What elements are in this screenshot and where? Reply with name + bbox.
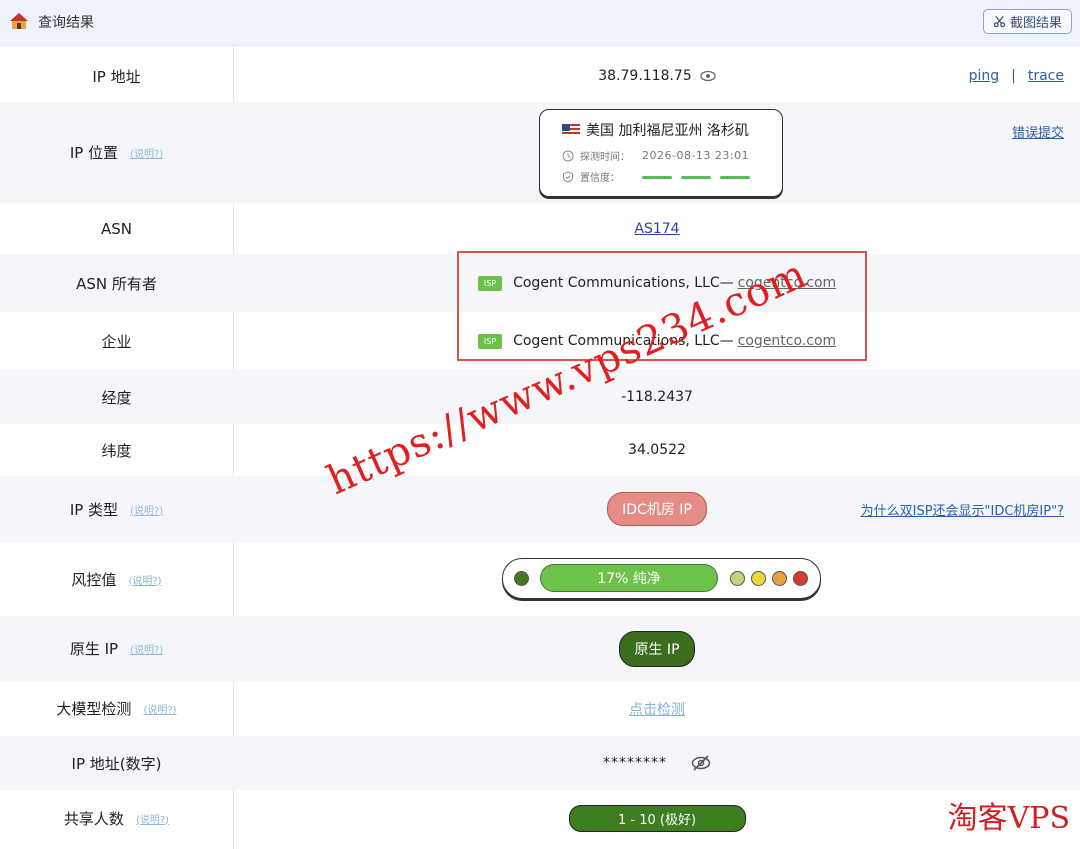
row-label: 企业 <box>0 312 233 370</box>
help-link[interactable]: (说明?) <box>130 145 163 160</box>
page-title: 查询结果 <box>38 15 94 31</box>
shared-label: 共享人数 <box>63 809 124 828</box>
house-icon <box>10 13 28 29</box>
ping-link[interactable]: ping <box>969 68 1000 84</box>
row-label: IP 类型 (说明?) <box>0 476 233 542</box>
ip-numeric-value: ******** <box>603 755 667 771</box>
latitude-value: 34.0522 <box>628 442 686 458</box>
row-value: ******** <box>234 736 1080 790</box>
eye-off-icon[interactable] <box>691 754 711 772</box>
row-value: 38.79.118.75 <box>234 50 1080 102</box>
ip-value: 38.79.118.75 <box>598 68 692 84</box>
native-label: 原生 IP <box>69 640 119 658</box>
native-ip-badge: 原生 IP <box>619 630 695 667</box>
row-native-ip: 原生 IP (说明?) 原生 IP <box>0 616 1080 681</box>
location-text: 美国 加利福尼亚州 洛杉矶 <box>586 123 749 139</box>
row-ip-location: IP 位置 (说明?) 美国 加利福尼亚州 洛杉矶 探测时间： 2026-08-… <box>0 102 1080 203</box>
detect-link[interactable]: 点击检测 <box>629 699 685 719</box>
clock-icon <box>562 150 574 161</box>
link-separator: | <box>1011 68 1016 84</box>
row-label: 共享人数 (说明?) <box>0 790 233 846</box>
longitude-label: 经度 <box>101 388 132 407</box>
ip-tool-links: ping | trace <box>969 50 1064 102</box>
confidence-bar <box>642 176 672 179</box>
asn-link[interactable]: AS174 <box>634 221 679 237</box>
help-link[interactable]: (说明?) <box>143 701 176 716</box>
shared-users-badge: 1 - 10 (极好) <box>568 804 746 832</box>
row-label: ASN 所有者 <box>0 254 233 312</box>
longitude-value: -118.2437 <box>621 389 693 405</box>
location-card: 美国 加利福尼亚州 洛杉矶 探测时间： 2026-08-13 23:01 置信度… <box>539 109 783 197</box>
row-latitude: 纬度 34.0522 <box>0 424 1080 476</box>
location-place: 美国 加利福尼亚州 洛杉矶 <box>562 120 782 140</box>
screenshot-button[interactable]: 截图结果 <box>983 9 1072 34</box>
row-label: ASN <box>0 203 233 254</box>
risk-score-text: 17% 纯净 <box>597 571 661 587</box>
probe-time: 探测时间： 2026-08-13 23:01 <box>562 148 782 163</box>
ip-type-label: IP 类型 <box>69 500 119 519</box>
risk-label: 风控值 <box>71 570 117 589</box>
row-llm-detection: 大模型检测 (说明?) 点击检测 <box>0 681 1080 736</box>
scissors-icon <box>993 16 1006 28</box>
confidence: 置信度： <box>562 169 782 184</box>
help-link[interactable]: (说明?) <box>130 641 163 656</box>
brand-watermark: 淘客VPS <box>947 801 1070 836</box>
probe-time-value: 2026-08-13 23:01 <box>642 149 750 162</box>
ip-type-badge: IDC机房 IP <box>607 492 707 526</box>
shield-icon <box>563 170 573 183</box>
row-shared-users: 共享人数 (说明?) 1 - 10 (极好) <box>0 790 1080 846</box>
row-label: 经度 <box>0 370 233 424</box>
row-ip-type: IP 类型 (说明?) IDC机房 IP 为什么双ISP还会显示"IDC机房IP… <box>0 476 1080 542</box>
risk-dot-green <box>514 571 529 586</box>
row-ip-address: IP 地址 38.79.118.75 ping | trace <box>0 50 1080 102</box>
risk-dot-yellow <box>751 571 766 586</box>
error-report-link[interactable]: 错误提交 <box>1012 122 1064 141</box>
company-label: 企业 <box>101 332 132 351</box>
row-value: -118.2437 <box>234 370 1080 424</box>
risk-meter: 17% 纯净 <box>502 558 821 599</box>
help-link[interactable]: (说明?) <box>128 572 161 587</box>
row-value: 原生 IP <box>234 616 1080 681</box>
location-label: IP 位置 <box>69 144 119 162</box>
row-label: 大模型检测 (说明?) <box>0 681 233 736</box>
row-label: 原生 IP (说明?) <box>0 616 233 681</box>
llm-label: 大模型检测 <box>56 700 132 718</box>
row-label: IP 地址(数字) <box>0 736 233 790</box>
row-label: IP 位置 (说明?) <box>0 102 233 203</box>
confidence-label: 置信度： <box>580 173 620 184</box>
confidence-bar <box>720 176 751 179</box>
row-label: 风控值 (说明?) <box>0 542 233 616</box>
ip-numeric-label: IP 地址(数字) <box>71 754 162 773</box>
row-ip-numeric: IP 地址(数字) ******** <box>0 736 1080 790</box>
risk-dot-orange <box>772 571 787 586</box>
eye-icon[interactable] <box>700 70 716 82</box>
risk-score-pill: 17% 纯净 <box>540 564 718 592</box>
asn-label: ASN <box>100 219 132 238</box>
help-link[interactable]: (说明?) <box>130 502 163 517</box>
latitude-label: 纬度 <box>101 441 132 460</box>
probe-time-label: 探测时间： <box>580 152 630 163</box>
asn-owner-label: ASN 所有者 <box>76 274 157 293</box>
confidence-bars <box>636 171 751 182</box>
screenshot-button-label: 截图结果 <box>1009 16 1062 31</box>
us-flag-icon <box>562 124 580 136</box>
row-label: IP 地址 <box>0 50 233 102</box>
header-bar: 查询结果 截图结果 <box>0 0 1080 46</box>
row-value: AS174 <box>234 203 1080 254</box>
row-value: 点击检测 <box>234 681 1080 736</box>
ip-label: IP 地址 <box>92 67 141 86</box>
row-label: 纬度 <box>0 424 233 476</box>
risk-dot-lightgreen <box>730 571 745 586</box>
row-asn: ASN AS174 <box>0 203 1080 254</box>
trace-link[interactable]: trace <box>1028 68 1064 84</box>
help-link[interactable]: (说明?) <box>136 811 169 826</box>
confidence-bar <box>681 176 712 179</box>
why-idc-link[interactable]: 为什么双ISP还会显示"IDC机房IP"? <box>861 500 1064 519</box>
risk-dot-red <box>793 571 808 586</box>
